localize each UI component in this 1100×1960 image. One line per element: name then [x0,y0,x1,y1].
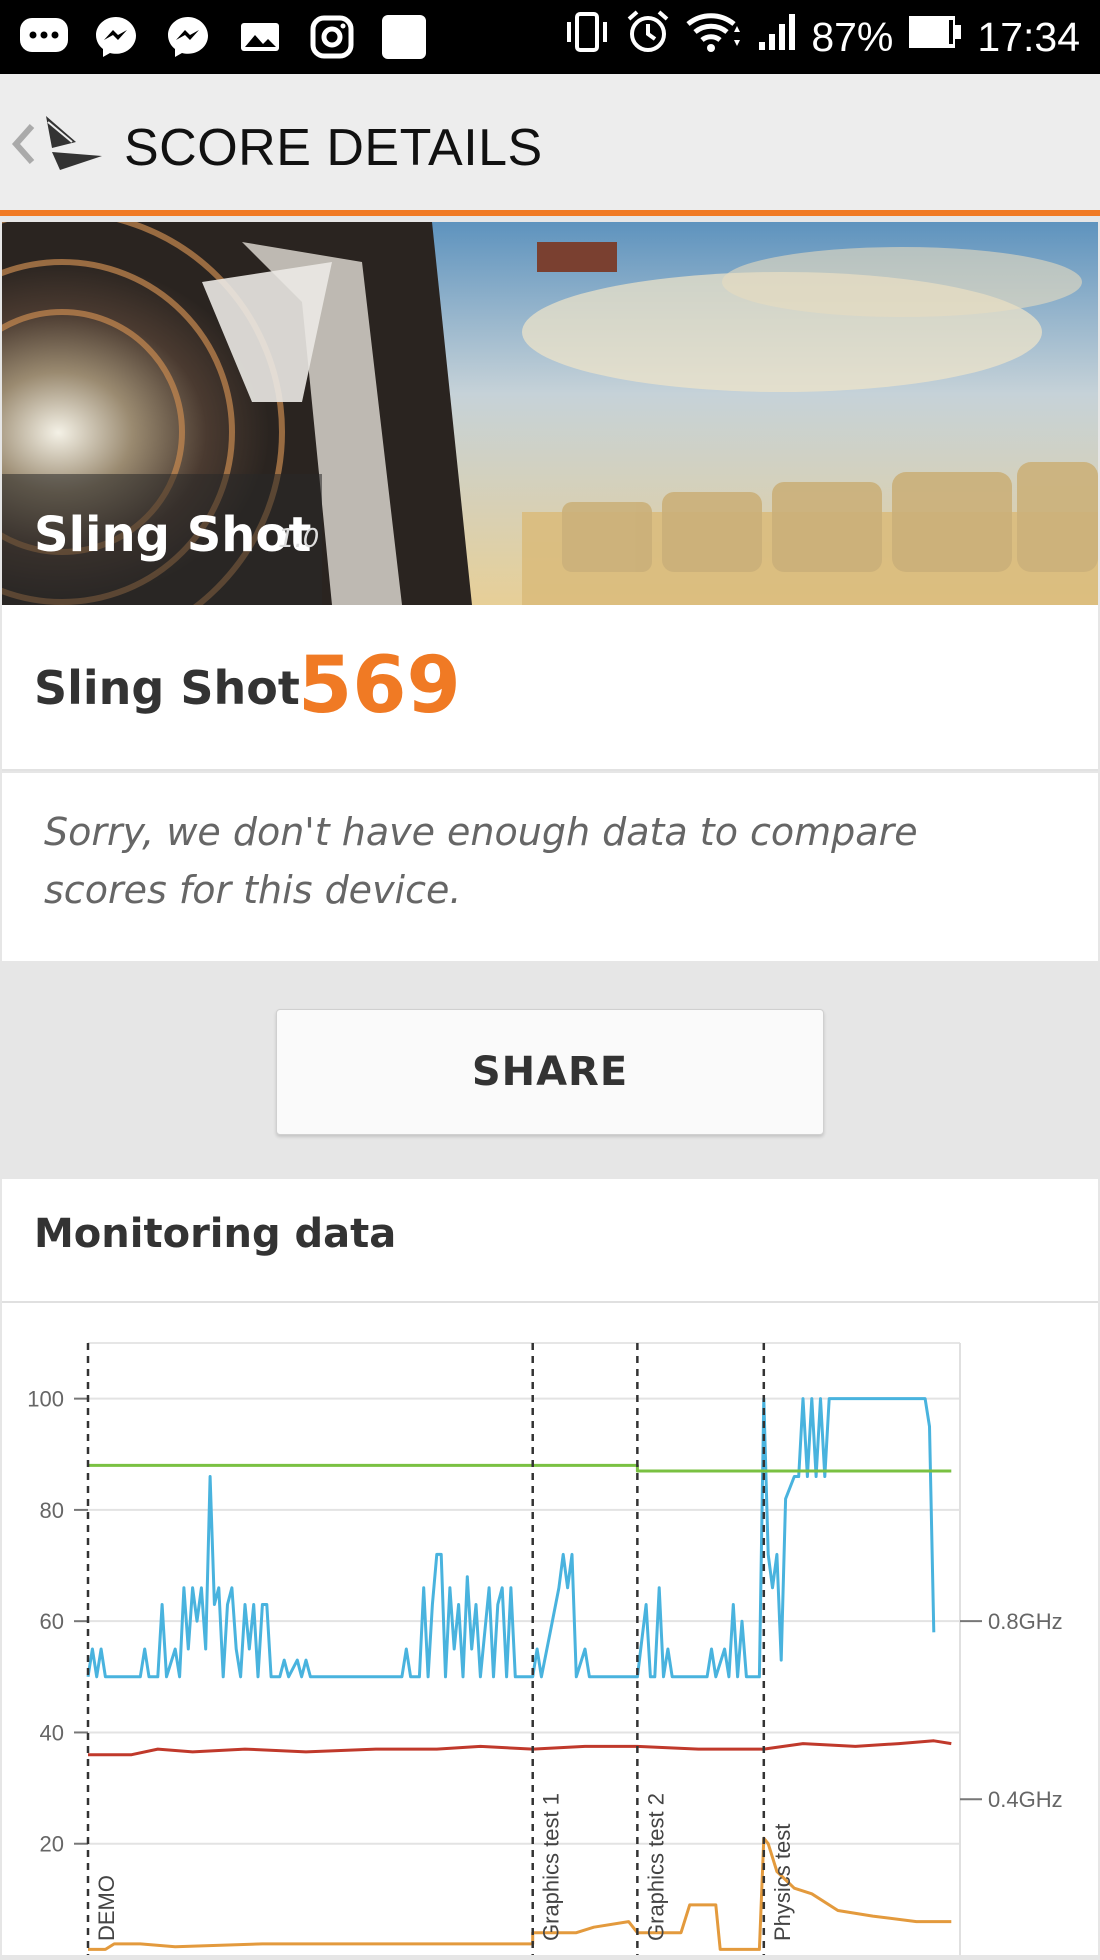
battery-percent: 87% [811,13,894,60]
series-line-3 [88,1836,952,1951]
benchmark-hero-image: Sling Shot 1.0 [2,222,1098,605]
messenger-icon [90,15,142,59]
chat-bubble-icon [18,15,70,59]
vibrate-icon [563,10,611,64]
section-label: Physics test [770,1824,795,1941]
battery-icon [907,12,963,62]
wifi-icon [685,10,743,64]
hero-version: 1.0 [278,524,320,554]
y-tick-label: 80 [40,1498,64,1523]
monitoring-header: Monitoring data [2,1179,1098,1303]
system-status: 87% 17:34 [563,8,1080,66]
share-button[interactable]: SHARE [276,1009,824,1135]
signal-icon [757,12,797,62]
app-bar: SCORE DETAILS [0,74,1100,216]
y-tick-label: 20 [40,1832,64,1857]
compare-note-card: Sorry, we don't have enough data to comp… [2,773,1098,961]
score-card: Sling Shot 569 [2,605,1098,771]
right-tick-label: 0.4GHz [988,1787,1063,1812]
section-label: Graphics test 2 [643,1793,668,1941]
app-square-icon [378,15,430,59]
alarm-icon [625,9,671,65]
hero-title: Sling Shot [34,507,312,563]
right-tick-label: 0.8GHz [988,1609,1063,1634]
compare-note-text: Sorry, we don't have enough data to comp… [44,810,918,912]
page-title: SCORE DETAILS [124,119,543,177]
instagram-icon [306,15,358,59]
section-label: Graphics test 1 [539,1793,564,1941]
photo-icon [234,15,286,59]
score-value: 569 [298,641,461,731]
3dmark-logo-icon[interactable] [42,112,104,172]
messenger-icon [162,15,214,59]
section-label: DEMO [94,1875,119,1941]
y-tick-label: 40 [40,1720,64,1745]
back-chevron-icon[interactable] [10,122,36,166]
series-line-2 [88,1739,952,1757]
share-button-label: SHARE [471,1049,629,1095]
monitoring-chart: 100 80 60 40 20 0.8GHz 0.4GHz DEMO Graphics test… [27,1342,1063,1955]
notification-icons [18,12,430,62]
score-label: Sling Shot [34,661,300,715]
status-bar: 87% 17:34 [0,0,1100,74]
y-tick-label: 60 [40,1609,64,1634]
monitoring-chart-card: 100 80 60 40 20 0.8GHz 0.4GHz DEMO Graphics test… [2,1303,1098,1955]
clock: 17:34 [977,13,1080,60]
y-tick-label: 100 [27,1387,64,1412]
series-line-1 [88,1463,952,1473]
monitoring-title: Monitoring data [34,1211,397,1257]
app-bar-accent-line [0,210,1100,216]
series-line-0 [86,1397,936,1679]
